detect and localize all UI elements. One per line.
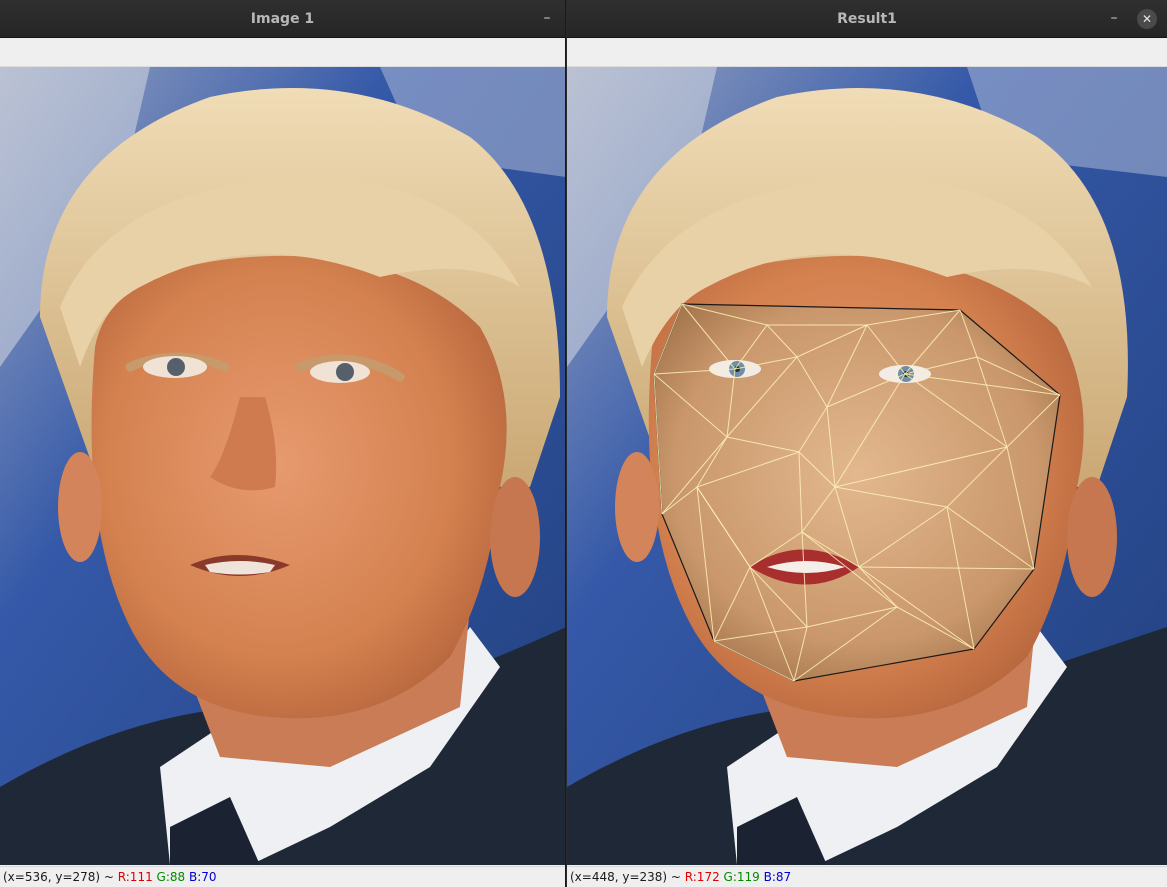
window-title: Result1: [837, 11, 897, 27]
toolbar: [567, 38, 1167, 67]
face: [91, 255, 507, 719]
face-swap-result-image: [567, 67, 1167, 865]
status-bar: (x=448, y=238) ~ R:172 G:119 B:87: [567, 866, 1167, 887]
image-canvas[interactable]: [567, 67, 1167, 865]
minimize-icon[interactable]: –: [1104, 9, 1124, 29]
pixel-red-value: R:172: [684, 870, 720, 884]
image-canvas[interactable]: [0, 67, 565, 865]
window-title: Image 1: [250, 11, 315, 27]
pixel-blue-value: B:87: [763, 870, 792, 884]
pixel-blue-value: B:70: [189, 870, 217, 884]
minimize-icon[interactable]: –: [537, 9, 557, 29]
toolbar: [0, 38, 565, 67]
pixel-green-value: G:119: [723, 870, 760, 884]
title-bar[interactable]: Result1 – ✕: [567, 0, 1167, 38]
title-bar[interactable]: Image 1 –: [0, 0, 565, 38]
result-window[interactable]: Result1 – ✕ (x=448, y=238) ~ R:172 G:119…: [567, 0, 1167, 887]
source-face-image: [0, 67, 565, 865]
status-bar: (x=536, y=278) ~ R:111 G:88 B:70: [0, 866, 565, 887]
close-icon[interactable]: ✕: [1137, 9, 1157, 29]
pixel-green-value: G:88: [156, 870, 186, 884]
image-window[interactable]: Image 1 – (x=536, y=278) ~ R:111 G:88 B:…: [0, 0, 566, 887]
cursor-coordinates: (x=448, y=238) ~: [570, 870, 685, 884]
cursor-coordinates: (x=536, y=278) ~: [3, 870, 118, 884]
pixel-red-value: R:111: [117, 870, 153, 884]
